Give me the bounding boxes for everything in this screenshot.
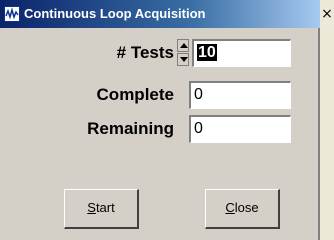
close-window-icon[interactable]: × <box>320 4 334 24</box>
remaining-label: Remaining <box>87 119 174 138</box>
remaining-field[interactable]: 0 <box>189 115 291 143</box>
tests-spinner[interactable] <box>176 39 190 67</box>
tests-input[interactable]: 10 <box>192 39 291 67</box>
complete-field[interactable]: 0 <box>189 81 291 109</box>
waveform-app-icon <box>4 6 20 22</box>
spinner-up-arrow-icon[interactable] <box>177 39 189 52</box>
title-bar[interactable]: Continuous Loop Acquisition <box>0 0 320 28</box>
tests-label: # Tests <box>116 43 174 62</box>
start-label-rest: tart <box>95 200 115 215</box>
close-mnemonic: C <box>225 200 235 215</box>
start-button[interactable]: Start <box>64 189 139 229</box>
close-button[interactable]: Close <box>205 189 280 229</box>
window-title: Continuous Loop Acquisition <box>24 6 206 21</box>
spinner-down-arrow-icon[interactable] <box>177 53 189 66</box>
start-mnemonic: S <box>87 200 96 215</box>
complete-label: Complete <box>96 85 174 104</box>
dialog-window: Continuous Loop Acquisition × # Tests 10… <box>0 0 334 240</box>
close-label-rest: lose <box>234 200 259 215</box>
tests-value: 10 <box>197 44 217 61</box>
